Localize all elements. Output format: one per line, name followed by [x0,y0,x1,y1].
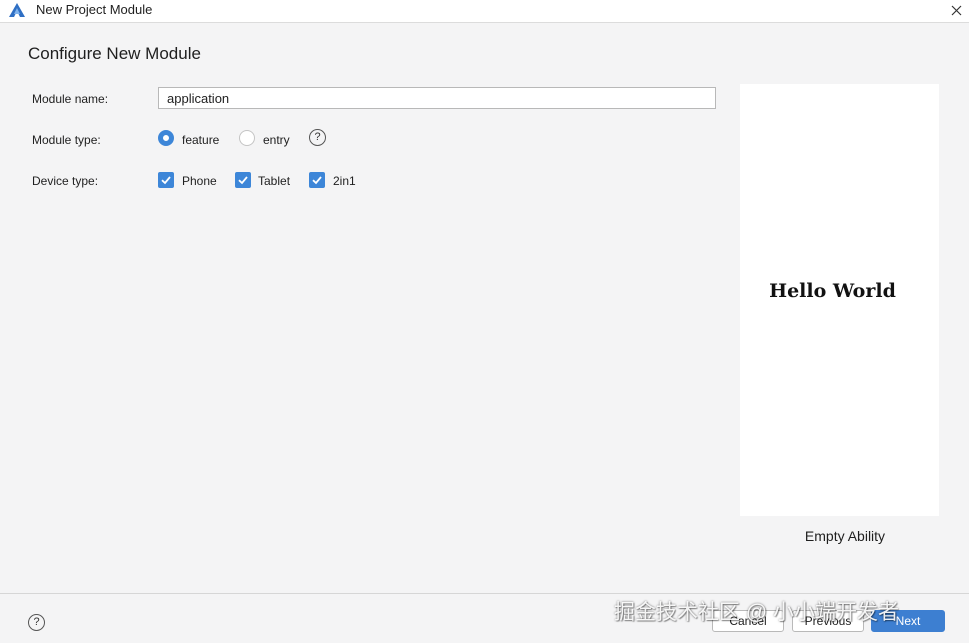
device-type-label: Device type: [32,174,99,188]
check-icon [312,176,322,185]
next-button[interactable]: Next [871,610,945,632]
check-icon [161,176,171,185]
module-name-label: Module name: [32,92,109,106]
close-icon [951,5,961,15]
device-tablet-checkbox[interactable] [235,172,251,188]
module-type-help-icon[interactable]: ? [309,129,326,146]
template-preview: Hello World [740,84,939,516]
app-logo-icon [9,3,25,17]
template-name-label: Empty Ability [804,528,886,544]
module-type-feature-radio[interactable] [158,130,174,146]
previous-button[interactable]: Previous [792,610,864,632]
module-type-entry-radio[interactable] [239,130,255,146]
new-module-dialog: New Project Module Configure New Module … [0,0,969,643]
module-type-label: Module type: [32,133,101,147]
title-bar: New Project Module [0,0,969,23]
device-phone-checkbox[interactable] [158,172,174,188]
module-type-feature-label[interactable]: feature [182,133,219,147]
window-title: New Project Module [36,2,153,17]
help-icon[interactable]: ? [28,614,45,631]
cancel-button[interactable]: Cancel [712,610,784,632]
device-tablet-label[interactable]: Tablet [258,174,290,188]
check-icon [238,176,248,185]
module-type-entry-label[interactable]: entry [263,133,290,147]
device-2in1-label[interactable]: 2in1 [333,174,356,188]
module-name-input[interactable] [158,87,716,109]
device-2in1-checkbox[interactable] [309,172,325,188]
page-title: Configure New Module [28,44,201,63]
device-phone-label[interactable]: Phone [182,174,217,188]
footer-divider [0,593,969,594]
preview-hello-text: Hello World [769,280,896,302]
close-button[interactable] [945,0,967,20]
